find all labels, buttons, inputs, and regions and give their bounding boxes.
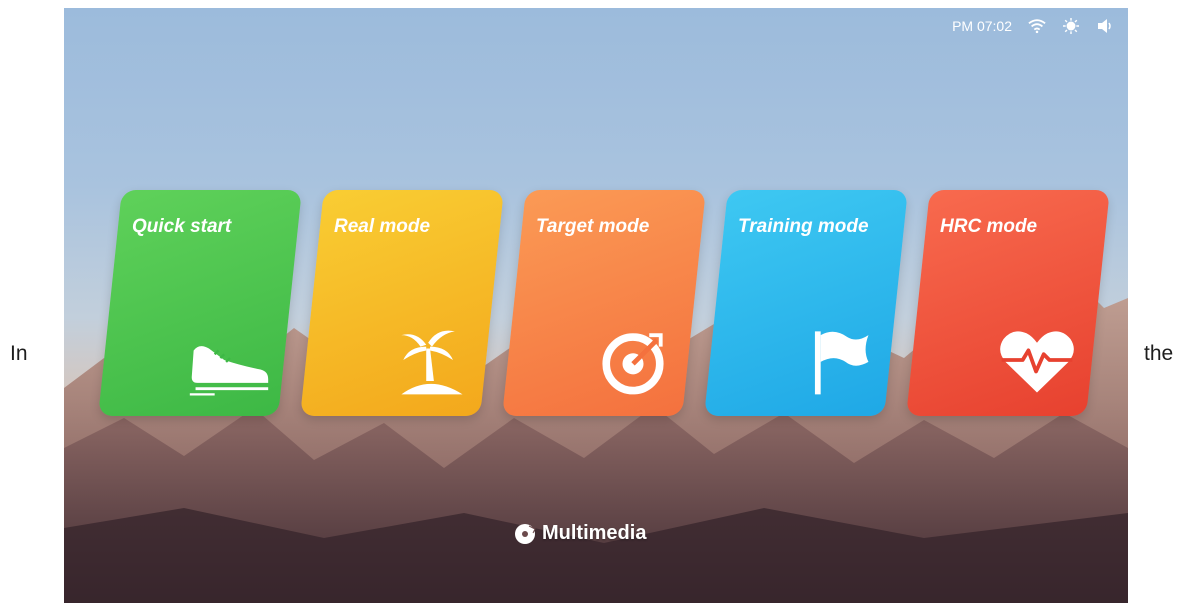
real-mode-card[interactable]: Real mode [300, 190, 504, 416]
card-title: Target mode [536, 216, 650, 237]
caption-text-right: the [1144, 342, 1174, 365]
target-mode-card[interactable]: Target mode [502, 190, 706, 416]
card-title: Training mode [738, 216, 869, 237]
volume-icon [1098, 19, 1111, 33]
flag-icon [814, 331, 869, 395]
heart-rate-icon [1000, 331, 1074, 393]
training-mode-card[interactable]: Training mode [704, 190, 908, 416]
hrc-mode-card[interactable]: HRC mode [906, 190, 1110, 416]
caption-text-left: In [10, 342, 28, 365]
palm-tree-icon [401, 330, 463, 395]
status-time: PM 07:02 [952, 18, 1012, 34]
card-title: Real mode [334, 216, 431, 237]
wifi-icon [1028, 19, 1046, 34]
shoe-icon [189, 346, 269, 396]
multimedia-button[interactable]: Multimedia [514, 522, 646, 545]
multimedia-icon [515, 523, 536, 544]
multimedia-label: Multimedia [542, 522, 647, 544]
quick-start-card[interactable]: Quick start [98, 190, 302, 416]
brightness-icon [1063, 18, 1079, 34]
device-screen: PM 07:02 Quick start Real mode Target mo… [64, 8, 1128, 603]
card-title: Quick start [132, 216, 232, 237]
target-icon [602, 333, 664, 395]
card-title: HRC mode [940, 216, 1038, 237]
status-bar: PM 07:02 [952, 18, 1114, 34]
